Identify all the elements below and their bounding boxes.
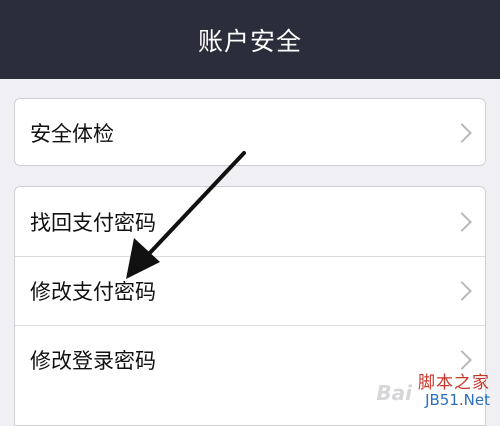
watermark-site-tld: Net xyxy=(463,391,490,410)
menu-item-label: 安全体检 xyxy=(30,122,114,146)
site-watermark: 脚本之家 JB51.Net xyxy=(418,375,490,409)
nav-bar: 账户安全 xyxy=(0,0,500,79)
menu-item-label: 找回支付密码 xyxy=(30,210,156,235)
chevron-right-icon xyxy=(452,123,472,143)
password-group: 找回支付密码 修改支付密码 修改登录密码 xyxy=(14,186,486,426)
watermark-site-text: JB51.Net xyxy=(418,391,490,410)
menu-item-label: 修改登录密码 xyxy=(30,349,156,373)
chevron-right-icon xyxy=(452,281,472,301)
menu-item-security-check[interactable]: 安全体检 xyxy=(15,99,485,165)
chevron-right-icon xyxy=(452,350,472,370)
menu-item-label: 修改支付密码 xyxy=(30,280,156,304)
security-check-group: 安全体检 xyxy=(14,98,486,166)
menu-item-change-payment-password[interactable]: 修改支付密码 xyxy=(15,256,485,325)
baidu-watermark-logo: Bai xyxy=(376,381,412,405)
menu-item-recover-payment-password[interactable]: 找回支付密码 xyxy=(15,187,485,256)
menu-item-change-login-password[interactable]: 修改登录密码 xyxy=(15,325,485,394)
page-title: 账户安全 xyxy=(197,26,302,56)
chevron-right-icon xyxy=(452,211,472,232)
watermark-site-main: JB51 xyxy=(425,391,459,410)
